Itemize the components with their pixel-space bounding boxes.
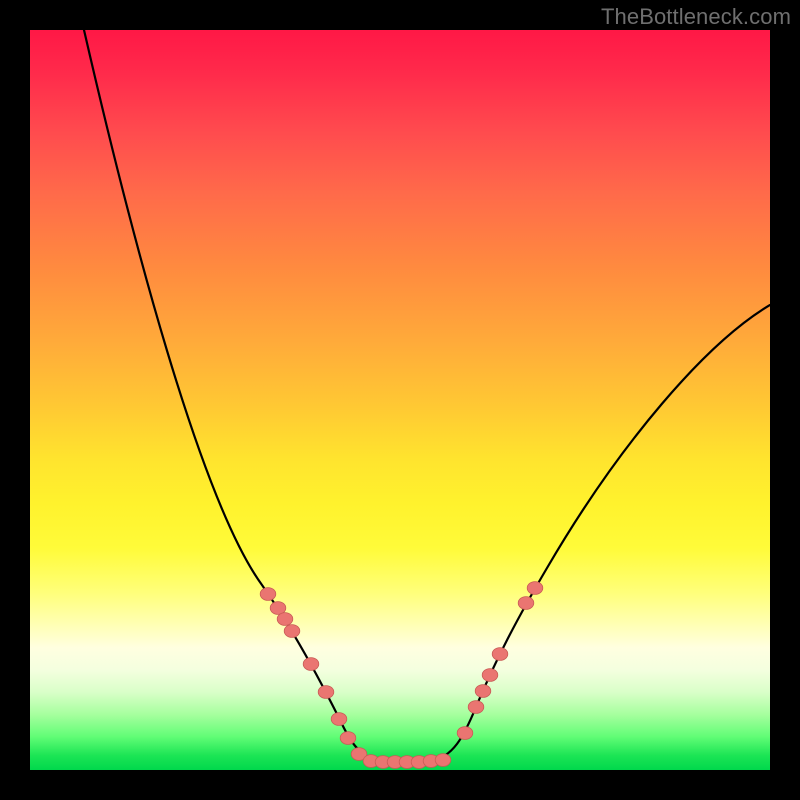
data-marker [475,685,491,698]
data-marker [303,658,319,671]
data-marker [482,669,498,682]
curve-left [84,30,420,762]
data-marker [331,713,347,726]
watermark-text: TheBottleneck.com [601,4,791,30]
data-marker [457,727,473,740]
curve-right [378,305,770,762]
data-marker [518,597,534,610]
data-marker [318,686,334,699]
data-marker [468,701,484,714]
data-marker [277,613,293,626]
plot-area [30,30,770,770]
data-marker [340,732,356,745]
marker-group [260,582,543,769]
data-marker [527,582,543,595]
data-marker [435,754,451,767]
chart-svg [30,30,770,770]
data-marker [492,648,508,661]
chart-frame: TheBottleneck.com [0,0,800,800]
data-marker [284,625,300,638]
data-marker [260,588,276,601]
